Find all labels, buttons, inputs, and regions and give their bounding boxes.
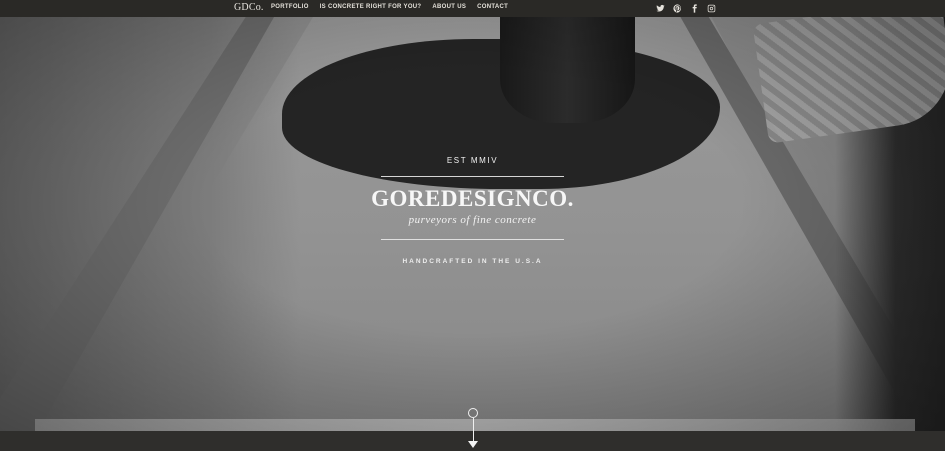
pinterest-icon[interactable] [673,3,682,13]
twitter-icon[interactable] [656,3,665,13]
hero-vignette [0,17,945,431]
social-links [656,3,716,13]
scroll-line [472,418,474,442]
hero-background-image [0,17,945,431]
scroll-down-arrow-icon[interactable] [466,408,480,451]
instagram-icon[interactable] [707,3,716,13]
main-nav: PORTFOLIO IS CONCRETE RIGHT FOR YOU? ABO… [271,4,508,10]
top-nav-bar: GDCo. PORTFOLIO IS CONCRETE RIGHT FOR YO… [0,0,945,17]
facebook-icon[interactable] [690,3,699,13]
nav-item-portfolio[interactable]: PORTFOLIO [271,4,309,10]
nav-item-contact[interactable]: CONTACT [477,4,508,10]
nav-item-about-us[interactable]: ABOUT US [432,4,466,10]
site-logo[interactable]: GDCo. [234,2,264,13]
arrow-down-icon [468,441,478,448]
nav-item-is-concrete-right-for-you[interactable]: IS CONCRETE RIGHT FOR YOU? [320,4,422,10]
scroll-ring [468,408,478,418]
